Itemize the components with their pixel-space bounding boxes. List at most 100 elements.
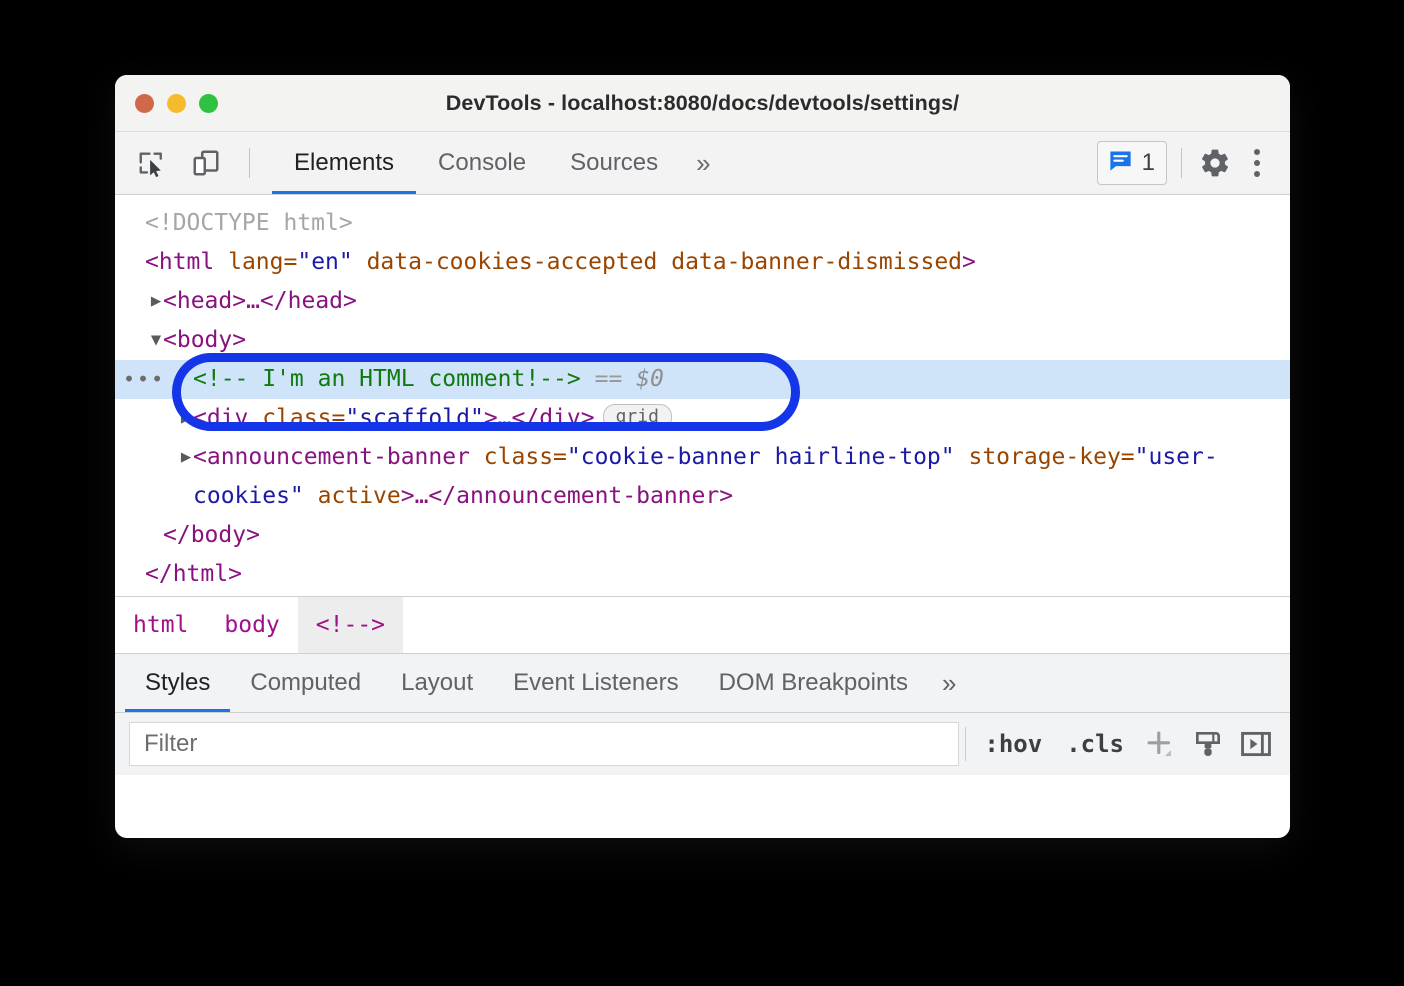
html-attr-banner-dismissed: data-banner-dismissed [657, 249, 962, 275]
panel-tabs: Elements Console Sources » [272, 132, 727, 194]
more-panels-button[interactable]: » [680, 132, 726, 194]
maximize-window-button[interactable] [199, 94, 218, 113]
grid-badge[interactable]: grid [603, 404, 672, 430]
dom-row-scaffold-div[interactable]: ▶<div class="scaffold">…</div> grid [115, 399, 1290, 438]
comment-node-text: <!-- I'm an HTML comment!--> [193, 366, 581, 392]
equals-symbol: == [595, 366, 623, 392]
tab-computed[interactable]: Computed [230, 654, 381, 712]
more-sidebar-tabs-button[interactable]: » [928, 654, 970, 712]
paintbrush-icon[interactable] [1184, 721, 1232, 767]
window-title: DevTools - localhost:8080/docs/devtools/… [115, 91, 1290, 116]
selected-node-ref: $0 [622, 366, 664, 392]
dom-tree[interactable]: <!DOCTYPE html> <html lang="en" data-coo… [115, 195, 1290, 596]
message-issue-icon [1107, 147, 1134, 179]
chevron-right-icon-scaffold[interactable]: ▶ [175, 399, 197, 438]
tab-layout-label: Layout [401, 669, 473, 697]
body-node-text: <body> [163, 327, 246, 353]
doctype-text: <!DOCTYPE html> [145, 210, 353, 236]
breadcrumb-item-html[interactable]: html [115, 597, 206, 653]
breadcrumb-item-comment[interactable]: <!--> [298, 597, 403, 653]
comment-equals: == [581, 366, 623, 392]
devtools-window: DevTools - localhost:8080/docs/devtools/… [115, 75, 1290, 838]
dom-row-doctype[interactable]: <!DOCTYPE html> [115, 204, 1290, 243]
breadcrumb: html body <!--> [115, 596, 1290, 653]
filter-input[interactable] [129, 722, 959, 766]
toolbar-left-group [115, 132, 258, 194]
html-tag-close-bracket: > [962, 249, 976, 275]
dom-row-body-close[interactable]: </body> [115, 516, 1290, 555]
device-toolbar-icon[interactable] [187, 144, 225, 182]
tab-event-listeners-label: Event Listeners [513, 669, 678, 697]
tab-layout[interactable]: Layout [381, 654, 493, 712]
banner-class-attr-value: "cookie-banner hairline-top" [567, 444, 955, 470]
cls-toggle-label: .cls [1066, 730, 1124, 758]
html-attr-lang-value: "en" [297, 249, 352, 275]
dom-row-html-close[interactable]: </html> [115, 555, 1290, 594]
breadcrumb-item-body[interactable]: body [206, 597, 297, 653]
html-attr-cookies-accepted: data-cookies-accepted [353, 249, 658, 275]
toggle-sidebar-icon[interactable] [1232, 721, 1280, 767]
tab-dom-breakpoints[interactable]: DOM Breakpoints [699, 654, 928, 712]
div-class-attr-value: "scaffold" [345, 405, 483, 431]
tab-console[interactable]: Console [416, 132, 548, 194]
tab-styles-label: Styles [145, 669, 210, 697]
body-close-text: </body> [163, 522, 260, 548]
dom-row-comment[interactable]: ••• <!-- I'm an HTML comment!--> == $0 [115, 360, 1290, 399]
screenshot-stage: DevTools - localhost:8080/docs/devtools/… [0, 0, 1404, 986]
more-sidebar-tabs-label: » [942, 668, 956, 699]
close-window-button[interactable] [135, 94, 154, 113]
breadcrumb-item-html-label: html [133, 612, 188, 638]
div-class-attr-name: class= [248, 405, 345, 431]
banner-active-attr: active [304, 483, 401, 509]
minimize-window-button[interactable] [167, 94, 186, 113]
tab-dom-breakpoints-label: DOM Breakpoints [719, 669, 908, 697]
breadcrumb-item-comment-label: <!--> [316, 612, 385, 638]
banner-class-attr-name: class= [470, 444, 567, 470]
chevron-right-icon-banner[interactable]: ▶ [175, 438, 197, 477]
chevron-down-icon[interactable]: ▼ [145, 321, 167, 360]
div-tag-open: <div [193, 405, 248, 431]
head-node-text: <head>…</head> [163, 288, 357, 314]
cls-toggle-button[interactable]: .cls [1054, 730, 1136, 758]
dom-row-announcement-banner[interactable]: ▶<announcement-banner class="cookie-bann… [115, 438, 1290, 516]
toolbar-divider-right [1181, 148, 1182, 178]
html-tag-open: <html [145, 249, 214, 275]
hidden-nodes-marker[interactable]: ••• [123, 360, 165, 399]
tab-console-label: Console [438, 149, 526, 177]
dom-row-head[interactable]: ▶<head>…</head> [115, 282, 1290, 321]
hov-toggle-label: :hov [984, 730, 1042, 758]
inspect-element-icon[interactable] [133, 144, 171, 182]
tab-styles[interactable]: Styles [125, 654, 230, 712]
hov-toggle-button[interactable]: :hov [972, 730, 1054, 758]
filter-divider [965, 727, 966, 761]
kebab-menu-icon[interactable] [1240, 149, 1274, 177]
issues-count: 1 [1142, 149, 1155, 177]
window-titlebar: DevTools - localhost:8080/docs/devtools/… [115, 75, 1290, 132]
banner-storage-key-name: storage-key= [955, 444, 1135, 470]
tab-event-listeners[interactable]: Event Listeners [493, 654, 698, 712]
breadcrumb-item-body-label: body [224, 612, 279, 638]
tab-sources-label: Sources [570, 149, 658, 177]
toolbar-divider [249, 148, 250, 178]
more-panels-label: » [696, 148, 710, 179]
gear-icon[interactable] [1196, 144, 1234, 182]
html-attr-lang-name: lang= [214, 249, 297, 275]
styles-sidebar-tabs: Styles Computed Layout Event Listeners D… [115, 653, 1290, 712]
issues-badge[interactable]: 1 [1097, 141, 1167, 185]
styles-filter-bar: :hov .cls [115, 712, 1290, 775]
banner-tag-rest: >…</announcement-banner> [401, 483, 733, 509]
dom-row-body-open[interactable]: ▼<body> [115, 321, 1290, 360]
dollar-zero-label: $0 [636, 366, 664, 392]
devtools-toolbar: Elements Console Sources » [115, 132, 1290, 195]
banner-tag-open: <announcement-banner [193, 444, 470, 470]
plus-icon[interactable] [1136, 721, 1184, 767]
toolbar-right-group: 1 [1097, 132, 1290, 194]
tab-elements[interactable]: Elements [272, 132, 416, 194]
tab-sources[interactable]: Sources [548, 132, 680, 194]
dom-row-html-open[interactable]: <html lang="en" data-cookies-accepted da… [115, 243, 1290, 282]
div-tag-rest: >…</div> [484, 405, 595, 431]
tab-computed-label: Computed [250, 669, 361, 697]
traffic-lights [135, 94, 218, 113]
html-close-text: </html> [145, 561, 242, 587]
chevron-right-icon[interactable]: ▶ [145, 282, 167, 321]
